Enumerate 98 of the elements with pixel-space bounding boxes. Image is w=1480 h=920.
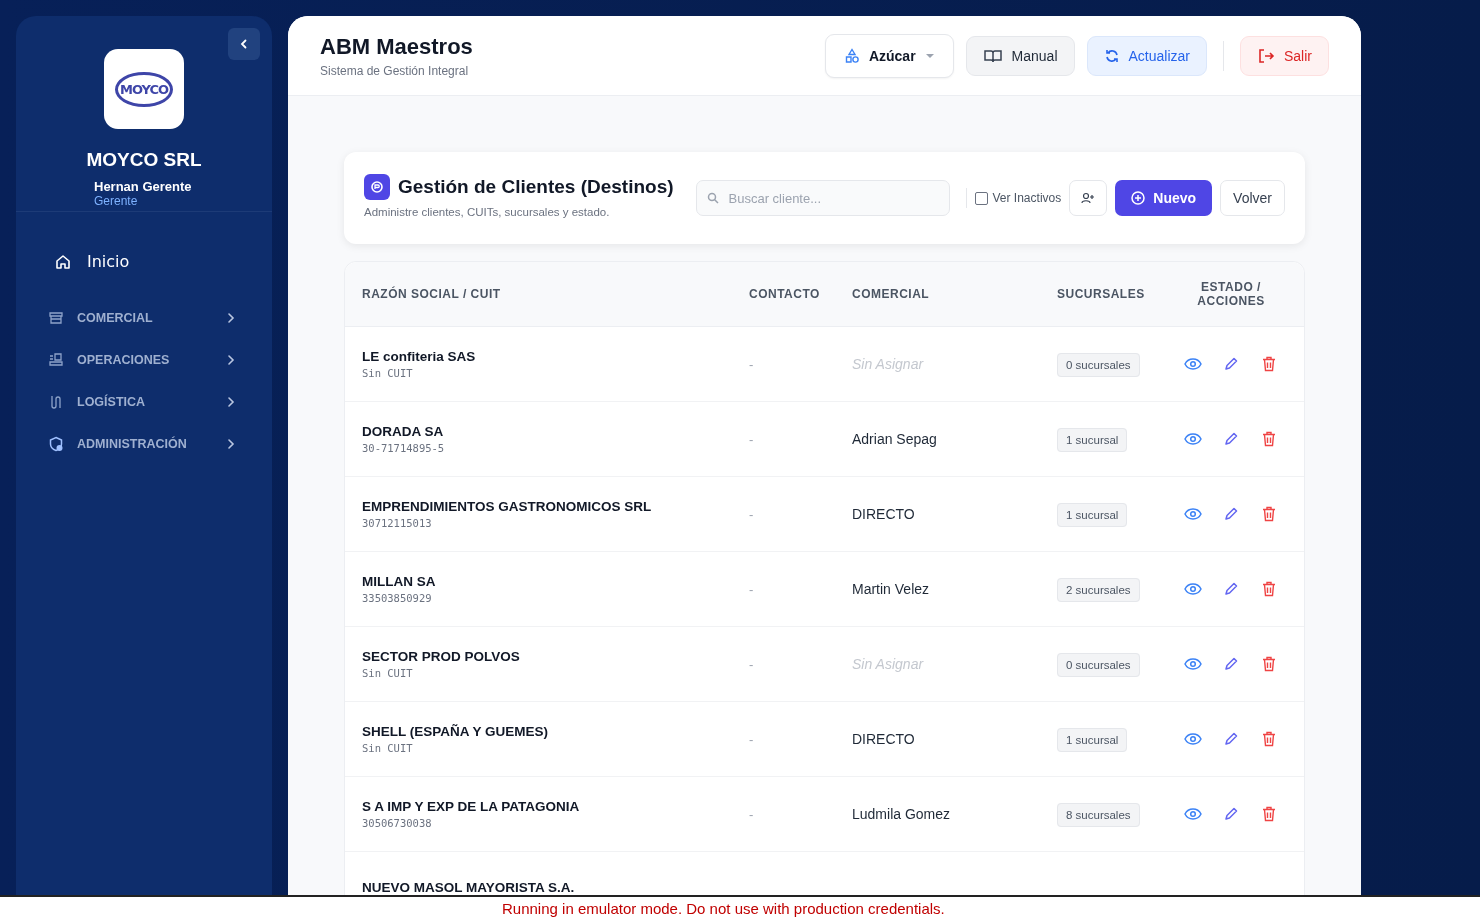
eye-icon	[1184, 658, 1202, 670]
clients-icon	[364, 174, 390, 200]
product-dropdown[interactable]: Azúcar	[824, 33, 954, 78]
client-name: NUEVO MASOL MAYORISTA S.A.	[362, 880, 576, 895]
contact-cell: -	[749, 807, 754, 822]
company-logo: MOYCO	[104, 49, 184, 129]
contact-cell: -	[749, 507, 754, 522]
back-button[interactable]: Volver	[1220, 180, 1285, 216]
client-cuit: 30506730038	[362, 817, 433, 829]
column-header: RAZÓN SOCIAL / CUIT	[362, 287, 502, 301]
contact-cell: -	[749, 357, 754, 372]
trash-icon	[1262, 731, 1276, 747]
branches-badge: 0 sucursales	[1057, 653, 1140, 677]
header-button[interactable]: Actualizar	[1086, 35, 1207, 76]
column-header: CONTACTO	[749, 287, 821, 301]
home-icon	[54, 252, 72, 271]
shield-icon	[48, 436, 64, 452]
pencil-icon	[1223, 581, 1239, 597]
client-name: LE confiteria SAS	[362, 349, 477, 364]
refresh-icon	[1103, 47, 1120, 64]
contact-cell: -	[749, 432, 754, 447]
new-button[interactable]: Nuevo	[1115, 180, 1213, 216]
eye-icon	[1184, 358, 1202, 370]
pencil-icon	[1223, 731, 1239, 747]
trash-icon	[1262, 431, 1276, 447]
logout-icon	[1257, 46, 1275, 65]
branches-badge: 2 sucursales	[1057, 578, 1140, 602]
eye-icon	[1184, 733, 1202, 745]
user-role: Gerente	[94, 194, 139, 208]
commercial-cell: DIRECTO	[852, 506, 915, 522]
nav-group[interactable]: ADMINISTRACIÓN	[48, 423, 236, 465]
book-icon	[982, 47, 1003, 64]
commercial-cell: Sin Asignar	[852, 356, 924, 372]
contact-cell: -	[749, 732, 754, 747]
pencil-icon	[1223, 656, 1239, 672]
column-header: COMERCIAL	[852, 287, 931, 301]
branches-badge: 1 sucursal	[1057, 503, 1128, 527]
collapse-button[interactable]	[228, 28, 260, 60]
client-name: DORADA SA	[362, 424, 445, 439]
route-icon	[48, 394, 64, 410]
commercial-cell: Ludmila Gomez	[852, 806, 951, 822]
eye-icon	[1184, 808, 1202, 820]
page-title: ABM Maestros	[320, 33, 473, 60]
client-name: S A IMP Y EXP DE LA PATAGONIA	[362, 799, 581, 814]
card-title: Gestión de Clientes (Destinos)	[398, 176, 674, 198]
emulator-warning: Running in emulator mode. Do not use with production credentials.	[0, 895, 1480, 920]
tray-icon	[48, 352, 64, 368]
nav-group[interactable]: LOGÍSTICA	[48, 381, 236, 423]
nav-group[interactable]: OPERACIONES	[48, 339, 236, 381]
commercial-cell: Martin Velez	[852, 581, 930, 597]
pencil-icon	[1223, 431, 1239, 447]
header-button[interactable]: Manual	[965, 35, 1075, 76]
store-icon	[48, 310, 64, 326]
commercial-cell: Sin Asignar	[852, 656, 924, 672]
client-name: EMPRENDIMIENTOS GASTRONOMICOS SRL	[362, 499, 653, 514]
branches-badge: 8 sucursales	[1057, 803, 1140, 827]
add-user-icon	[1081, 192, 1096, 204]
pencil-icon	[1223, 806, 1239, 822]
column-header: ESTADO / ACCIONES	[1196, 280, 1266, 308]
trash-icon	[1262, 806, 1276, 822]
trash-icon	[1262, 506, 1276, 522]
eye-icon	[1184, 583, 1202, 595]
contact-cell: -	[749, 582, 754, 597]
client-cuit: 30712115013	[362, 517, 433, 529]
nav-link[interactable]: Inicio	[48, 248, 136, 275]
trash-icon	[1262, 656, 1276, 672]
client-name: SECTOR PROD POLVOS	[362, 649, 521, 664]
client-name: MILLAN SA	[362, 574, 437, 589]
caret-icon	[924, 52, 935, 59]
header-button[interactable]: Salir	[1240, 35, 1329, 76]
client-cuit: Sin CUIT	[362, 367, 414, 379]
contact-cell: -	[749, 657, 754, 672]
pencil-icon	[1223, 356, 1239, 372]
client-cuit: 33503850929	[362, 592, 433, 604]
nav-group[interactable]: COMERCIAL	[48, 297, 236, 339]
company-name: MOYCO SRL	[86, 149, 202, 171]
commercial-cell: Adrian Sepag	[852, 431, 937, 447]
branches-badge: 1 sucursal	[1057, 728, 1128, 752]
pencil-icon	[1223, 506, 1239, 522]
page-subtitle: Sistema de Gestión Integral	[320, 63, 470, 78]
user-name: Hernan Gerente	[94, 179, 192, 194]
client-cuit: 30-71714895-5	[362, 442, 446, 454]
plus-circle-icon	[1131, 191, 1146, 205]
trash-icon	[1262, 581, 1276, 597]
card-subtitle: Administre clientes, CUITs, sucursales y estado.	[364, 206, 611, 218]
client-name: SHELL (ESPAÑA Y GUEMES)	[362, 724, 550, 739]
branches-badge: 1 sucursal	[1057, 428, 1128, 452]
eye-icon	[1184, 433, 1202, 445]
shapes-icon	[843, 47, 860, 64]
add-user-button[interactable]	[1069, 180, 1108, 216]
column-header: SUCURSALES	[1057, 287, 1146, 301]
branches-badge: 0 sucursales	[1057, 353, 1140, 377]
eye-icon	[1184, 508, 1202, 520]
trash-icon	[1262, 356, 1276, 372]
client-cuit: Sin CUIT	[362, 667, 414, 679]
search-field[interactable]: Buscar cliente...	[695, 180, 950, 216]
client-cuit: Sin CUIT	[362, 742, 414, 754]
commercial-cell: DIRECTO	[852, 731, 915, 747]
